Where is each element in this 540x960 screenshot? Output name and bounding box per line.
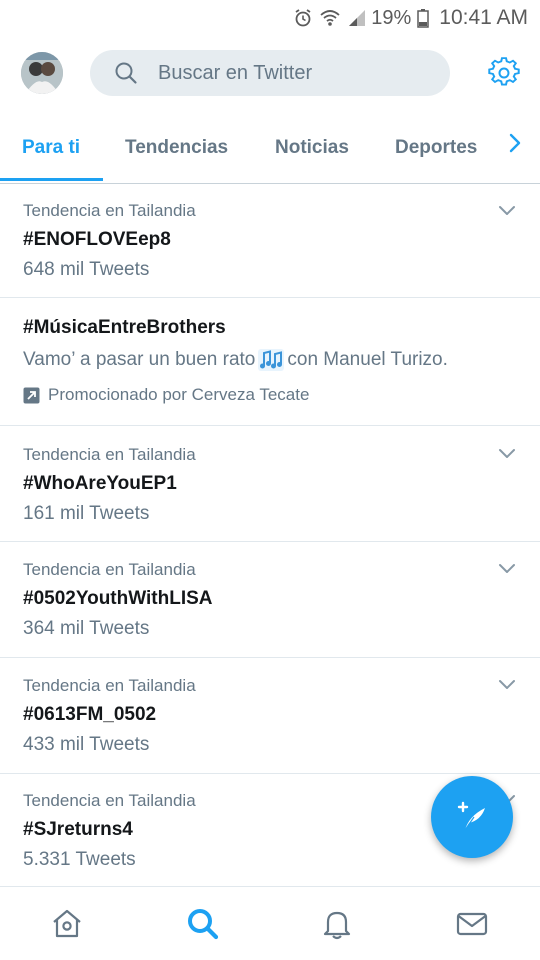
search-placeholder: Buscar en Twitter bbox=[158, 61, 313, 84]
tabs-scroll-right-button[interactable] bbox=[500, 130, 530, 160]
chevron-right-icon bbox=[507, 132, 523, 159]
music-notes-icon bbox=[257, 348, 285, 372]
explore-tabs: Para ti Tendencias Noticias Deportes bbox=[0, 112, 540, 184]
compose-tweet-button[interactable] bbox=[431, 776, 513, 858]
trend-context: Tendencia en Tailandia bbox=[23, 201, 196, 220]
trend-tweet-count: 161 mil Tweets bbox=[23, 503, 150, 524]
promoted-text: Promocionado por Cerveza Tecate bbox=[48, 385, 310, 404]
trend-tweet-count: 433 mil Tweets bbox=[23, 734, 150, 755]
tab-tendencias[interactable]: Tendencias bbox=[125, 112, 228, 184]
trend-hashtag: #SJreturns4 bbox=[23, 819, 133, 840]
compose-feather-icon bbox=[454, 799, 490, 835]
trend-description: Vamo’ a pasar un buen rato con Manuel Tu… bbox=[23, 348, 448, 372]
nav-home-button[interactable] bbox=[27, 887, 107, 960]
wifi-icon bbox=[319, 8, 341, 28]
active-tab-indicator bbox=[0, 178, 103, 181]
trend-context: Tendencia en Tailandia bbox=[23, 445, 196, 464]
trend-item[interactable]: Tendencia en Tailandia #0613FM_0502 433 … bbox=[0, 658, 540, 774]
trend-context: Tendencia en Tailandia bbox=[23, 791, 196, 810]
trend-item[interactable]: Tendencia en Tailandia #0502YouthWithLIS… bbox=[0, 542, 540, 658]
tab-noticias[interactable]: Noticias bbox=[275, 112, 349, 184]
trend-item[interactable]: Tendencia en Tailandia #WhoAreYouEP1 161… bbox=[0, 426, 540, 542]
messages-icon bbox=[455, 907, 489, 941]
trend-hashtag: #0613FM_0502 bbox=[23, 704, 157, 725]
signal-icon bbox=[347, 8, 367, 28]
tabs-divider bbox=[0, 183, 540, 184]
chevron-down-icon[interactable] bbox=[496, 557, 518, 579]
avatar[interactable] bbox=[21, 52, 63, 94]
battery-icon bbox=[417, 8, 430, 28]
search-bar[interactable]: Buscar en Twitter bbox=[90, 50, 450, 96]
home-icon bbox=[50, 907, 84, 941]
trend-tweet-count: 5.331 Tweets bbox=[23, 849, 136, 870]
battery-percent: 19% bbox=[371, 6, 412, 29]
trend-hashtag: #MúsicaEntreBrothers bbox=[23, 317, 226, 338]
chevron-down-icon[interactable] bbox=[496, 199, 518, 221]
promoted-label: Promocionado por Cerveza Tecate bbox=[23, 385, 309, 405]
trend-hashtag: #0502YouthWithLISA bbox=[23, 588, 213, 609]
alarm-icon bbox=[293, 8, 313, 28]
nav-messages-button[interactable] bbox=[432, 887, 512, 960]
nav-search-button[interactable] bbox=[163, 887, 243, 960]
trend-context: Tendencia en Tailandia bbox=[23, 560, 196, 579]
nav-notifications-button[interactable] bbox=[297, 887, 377, 960]
trend-description-tail: con Manuel Turizo. bbox=[287, 349, 448, 370]
gear-icon[interactable] bbox=[488, 57, 520, 89]
status-bar: 19% 10:41 AM bbox=[0, 0, 540, 36]
chevron-down-icon[interactable] bbox=[496, 673, 518, 695]
tab-deportes[interactable]: Deportes bbox=[395, 112, 477, 184]
notifications-icon bbox=[320, 907, 354, 941]
trend-hashtag: #WhoAreYouEP1 bbox=[23, 473, 177, 494]
search-icon bbox=[114, 61, 138, 85]
promoted-trend-item[interactable]: #MúsicaEntreBrothers Vamo’ a pasar un bu… bbox=[0, 298, 540, 426]
tab-para-ti[interactable]: Para ti bbox=[22, 112, 80, 184]
trend-context: Tendencia en Tailandia bbox=[23, 676, 196, 695]
promoted-icon bbox=[23, 387, 40, 404]
trend-tweet-count: 364 mil Tweets bbox=[23, 618, 150, 639]
clock: 10:41 AM bbox=[439, 6, 528, 29]
trend-hashtag: #ENOFLOVEep8 bbox=[23, 229, 171, 250]
bottom-navigation bbox=[0, 886, 540, 960]
trend-tweet-count: 648 mil Tweets bbox=[23, 259, 150, 280]
trend-item[interactable]: Tendencia en Tailandia #ENOFLOVEep8 648 … bbox=[0, 185, 540, 298]
trend-description-text: Vamo’ a pasar un buen rato bbox=[23, 349, 256, 370]
search-icon bbox=[185, 906, 221, 942]
header: Buscar en Twitter bbox=[0, 36, 540, 112]
chevron-down-icon[interactable] bbox=[496, 442, 518, 464]
